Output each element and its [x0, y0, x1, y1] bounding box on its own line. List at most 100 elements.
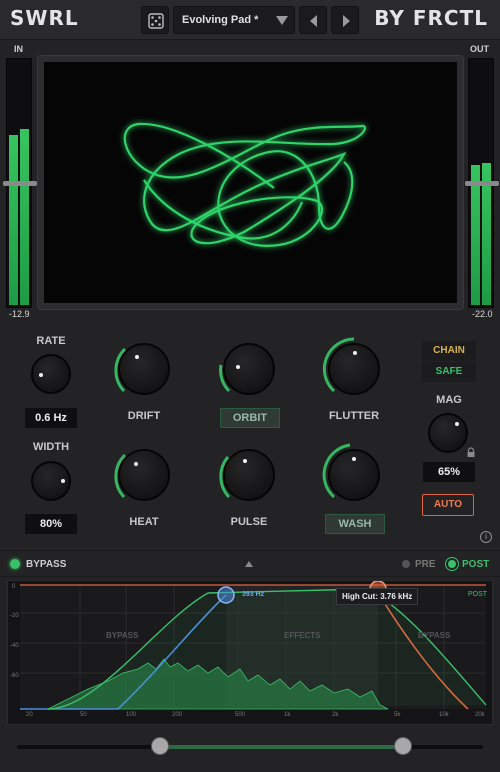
- region-label-bypass-high: BYPASS: [418, 631, 451, 640]
- input-meter: [3, 58, 37, 308]
- pulse-label: PULSE: [230, 516, 268, 528]
- eq-post-label: POST: [468, 591, 488, 598]
- flutter-knob-cap: [328, 343, 380, 395]
- wash-knob[interactable]: [320, 441, 388, 509]
- mag-knob[interactable]: [428, 413, 468, 453]
- output-meter: [465, 58, 499, 308]
- pulse-knob-cap: [223, 449, 275, 501]
- post-radio-dot: [448, 560, 456, 568]
- safe-button[interactable]: SAFE: [422, 362, 476, 382]
- drift-knob[interactable]: [110, 335, 178, 403]
- collapse-caret-icon[interactable]: [245, 561, 253, 567]
- dice-icon: [148, 13, 164, 29]
- high-crossover-thumb[interactable]: [394, 737, 412, 755]
- input-gain-handle[interactable]: [3, 181, 37, 186]
- freq-tick: 200: [172, 712, 183, 718]
- db-tick: -40: [10, 643, 19, 649]
- preset-name: Evolving Pad *: [182, 14, 259, 26]
- output-gain-handle[interactable]: [465, 181, 499, 186]
- region-label-bypass-low: BYPASS: [106, 631, 139, 640]
- bypass-toggle[interactable]: [10, 559, 20, 569]
- wash-label[interactable]: WASH: [325, 514, 385, 534]
- db-tick: -20: [10, 613, 19, 619]
- pulse-knob[interactable]: [215, 441, 283, 509]
- freq-tick: 50: [80, 712, 87, 718]
- xy-scope-display: [44, 62, 457, 303]
- output-meter-label: OUT: [470, 44, 489, 54]
- output-level-value: -22.0: [472, 309, 493, 319]
- freq-tick: 500: [235, 712, 246, 718]
- width-knob[interactable]: [31, 461, 71, 501]
- mag-label: MAG: [436, 394, 462, 406]
- orbit-knob-cap: [223, 343, 275, 395]
- randomize-button[interactable]: [141, 6, 169, 34]
- info-icon[interactable]: i: [480, 531, 492, 543]
- flutter-label: FLUTTER: [328, 410, 380, 422]
- freq-tick: 5k: [394, 712, 401, 718]
- lock-icon[interactable]: [466, 447, 476, 458]
- orbit-label[interactable]: ORBIT: [220, 408, 280, 428]
- company-logo: BY FRCTL: [374, 6, 488, 30]
- orbit-knob[interactable]: [215, 335, 283, 403]
- flutter-knob-indicator: [353, 351, 357, 355]
- low-cut-value: 393 Hz: [242, 591, 265, 598]
- output-meter-left-bar: [471, 165, 480, 305]
- mag-value[interactable]: 65%: [423, 462, 475, 482]
- pulse-knob-indicator: [243, 459, 247, 463]
- chain-button[interactable]: CHAIN: [422, 341, 476, 361]
- heat-knob-indicator: [134, 462, 138, 466]
- freq-tick: 1k: [284, 712, 291, 718]
- freq-tick: 10k: [439, 712, 449, 718]
- spectrum-eq-display[interactable]: 393 Hz High Cut: 3.76 kHz POST BYPASS EF…: [7, 580, 493, 725]
- heat-knob[interactable]: [110, 441, 178, 509]
- post-radio[interactable]: [445, 557, 459, 571]
- post-label: POST: [462, 559, 490, 570]
- region-label-effects: EFFECTS: [284, 631, 321, 640]
- orbit-knob-indicator: [236, 365, 240, 369]
- freq-tick: 20: [26, 712, 33, 718]
- input-meter-label: IN: [14, 44, 23, 54]
- previous-preset-button[interactable]: [299, 6, 327, 34]
- input-level-value: -12.9: [9, 309, 30, 319]
- mag-knob-indicator: [455, 422, 459, 426]
- heat-label: HEAT: [129, 516, 159, 528]
- scope-frame: [37, 55, 464, 310]
- freq-tick: 2k: [332, 712, 339, 718]
- caret-left-icon: [310, 15, 317, 27]
- flutter-knob[interactable]: [320, 335, 388, 403]
- header-bar: SWRL Evolving Pad * BY FRCTL: [0, 0, 500, 40]
- next-preset-button[interactable]: [331, 6, 359, 34]
- width-value[interactable]: 80%: [25, 514, 77, 534]
- preset-selector[interactable]: Evolving Pad *: [173, 6, 295, 34]
- drift-knob-cap: [118, 343, 170, 395]
- bypass-label: BYPASS: [26, 559, 67, 570]
- auto-button[interactable]: AUTO: [422, 494, 474, 516]
- bypass-bar: BYPASS PRE POST: [0, 550, 500, 577]
- drift-label: DRIFT: [127, 410, 161, 422]
- high-cut-tooltip: High Cut: 3.76 kHz: [336, 588, 419, 605]
- db-tick: -60: [10, 673, 19, 679]
- freq-tick: 100: [126, 712, 137, 718]
- rate-knob-indicator: [39, 373, 43, 377]
- db-tick: 0: [12, 584, 16, 590]
- wash-knob-cap: [328, 449, 380, 501]
- drift-knob-indicator: [135, 355, 139, 359]
- rate-label: RATE: [36, 335, 66, 347]
- freq-tick: 20k: [475, 712, 485, 718]
- low-cut-handle[interactable]: [217, 586, 235, 604]
- wash-knob-indicator: [352, 457, 356, 461]
- app-logo: SWRL: [10, 6, 79, 30]
- scope-trace: [123, 122, 367, 247]
- chevron-down-icon: [276, 16, 288, 25]
- pre-label: PRE: [415, 559, 436, 570]
- rate-value[interactable]: 0.6 Hz: [25, 408, 77, 428]
- rate-knob[interactable]: [31, 354, 71, 394]
- crossover-range-fill: [160, 745, 403, 749]
- input-meter-left-bar: [9, 135, 18, 305]
- pre-radio[interactable]: [402, 560, 410, 568]
- caret-right-icon: [343, 15, 350, 27]
- input-meter-right-bar: [20, 129, 29, 305]
- low-crossover-thumb[interactable]: [151, 737, 169, 755]
- heat-knob-cap: [118, 449, 170, 501]
- width-label: WIDTH: [32, 441, 70, 453]
